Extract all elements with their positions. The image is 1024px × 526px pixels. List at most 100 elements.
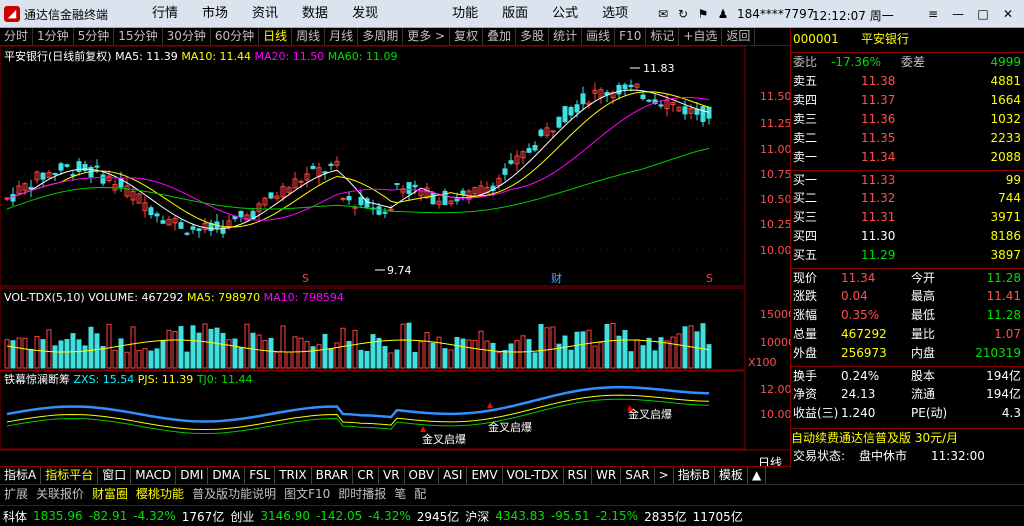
stat2-row-0[interactable]: 换手 0.24% 股本 194亿 bbox=[791, 366, 1024, 385]
toolbar-item-1[interactable]: 1分钟 bbox=[33, 28, 74, 45]
stock-name[interactable]: 平安银行 bbox=[861, 30, 909, 49]
account-number[interactable]: 184****7797 bbox=[737, 7, 814, 21]
stat-row-3[interactable]: 总量 467292 量比 1.07 bbox=[791, 325, 1024, 344]
indicator-tab-19[interactable]: 指标B bbox=[674, 467, 715, 484]
vol-tick: 10000 bbox=[760, 336, 790, 349]
menu-formula[interactable]: 公式 bbox=[540, 5, 590, 23]
toolbar-item-4[interactable]: 30分钟 bbox=[163, 28, 211, 45]
indicator-tab-17[interactable]: SAR bbox=[621, 467, 655, 484]
menu-market[interactable]: 市场 bbox=[190, 5, 240, 23]
indicator-tab-5[interactable]: DMA bbox=[208, 467, 246, 484]
toolbar-item-7[interactable]: 周线 bbox=[292, 28, 326, 45]
minimize-icon[interactable]: — bbox=[950, 6, 966, 22]
indicator-tab-8[interactable]: BRAR bbox=[312, 467, 354, 484]
candle-body bbox=[100, 174, 106, 184]
indicator-tab-14[interactable]: VOL-TDX bbox=[503, 467, 564, 484]
toolbar-item-5[interactable]: 60分钟 bbox=[211, 28, 260, 45]
indicator-tab-9[interactable]: CR bbox=[353, 467, 379, 484]
indicator-tab-3[interactable]: MACD bbox=[131, 467, 177, 484]
bid-row-1[interactable]: 买二 11.32 744 bbox=[791, 189, 1024, 208]
indicator-tab-1[interactable]: 指标平台 bbox=[41, 467, 99, 484]
ask-row-2[interactable]: 卖三 11.36 1032 bbox=[791, 110, 1024, 129]
indicator-tab-15[interactable]: RSI bbox=[564, 467, 593, 484]
toolbar-item-3[interactable]: 15分钟 bbox=[114, 28, 163, 45]
toolbar-item-19[interactable]: 返回 bbox=[722, 28, 756, 45]
idx3-label[interactable]: 沪深 bbox=[462, 508, 492, 525]
toolbar-item-18[interactable]: +自选 bbox=[679, 28, 723, 45]
close-icon[interactable]: ✕ bbox=[1000, 6, 1016, 22]
ask-row-0[interactable]: 卖五 11.38 4881 bbox=[791, 72, 1024, 91]
indicator-tab-4[interactable]: DMI bbox=[176, 467, 209, 484]
ext-tab-2[interactable]: 财富圈 bbox=[88, 485, 132, 504]
stat2-row-2[interactable]: 收益(三) 1.240 PE(动) 4.3 bbox=[791, 404, 1024, 423]
stat-row-2[interactable]: 涨幅 0.35% 最低 11.28 bbox=[791, 306, 1024, 325]
toolbar-item-6[interactable]: 日线 bbox=[259, 28, 293, 45]
toolbar-item-0[interactable]: 分时 bbox=[0, 28, 34, 45]
ext-tab-1[interactable]: 关联报价 bbox=[32, 485, 88, 504]
indicator-tab-18[interactable]: > bbox=[655, 467, 674, 484]
toolbar-item-11[interactable]: 复权 bbox=[450, 28, 484, 45]
ext-tab-6[interactable]: 即时播报 bbox=[334, 485, 390, 504]
bid-row-4[interactable]: 买五 11.29 3897 bbox=[791, 246, 1024, 265]
ask-row-4[interactable]: 卖一 11.34 2088 bbox=[791, 148, 1024, 167]
flag-icon[interactable]: ⚑ bbox=[695, 6, 711, 22]
toolbar-item-12[interactable]: 叠加 bbox=[483, 28, 517, 45]
toolbar-item-15[interactable]: 画线 bbox=[582, 28, 616, 45]
menu-options[interactable]: 选项 bbox=[590, 5, 640, 23]
toolbar-item-8[interactable]: 月线 bbox=[325, 28, 359, 45]
kline-chart-area[interactable]: 11.50 11.25 11.00 10.75 10.50 10.25 10.00 15000… bbox=[0, 45, 795, 470]
chart-svg[interactable]: 11.50 11.25 11.00 10.75 10.50 10.25 10.00 15000… bbox=[0, 45, 795, 465]
indicator-tab-21[interactable]: ▲ bbox=[748, 467, 767, 484]
ask-row-1[interactable]: 卖四 11.37 1664 bbox=[791, 91, 1024, 110]
menu-layout[interactable]: 版面 bbox=[490, 5, 540, 23]
ext-tab-8[interactable]: 配 bbox=[410, 485, 430, 504]
toolbar-item-16[interactable]: F10 bbox=[615, 28, 647, 45]
toolbar-item-9[interactable]: 多周期 bbox=[358, 28, 404, 45]
maximize-icon[interactable]: □ bbox=[975, 6, 991, 22]
indicator-tab-0[interactable]: 指标A bbox=[0, 467, 42, 484]
ext-tab-0[interactable]: 扩展 bbox=[0, 485, 32, 504]
menu-data[interactable]: 数据 bbox=[290, 5, 340, 23]
menu-icon[interactable]: ≡ bbox=[925, 6, 941, 22]
indicator-tab-13[interactable]: EMV bbox=[467, 467, 503, 484]
menu-news[interactable]: 资讯 bbox=[240, 5, 290, 23]
stat-row-0[interactable]: 现价 11.34 今开 11.28 bbox=[791, 268, 1024, 287]
ext-tab-4[interactable]: 普及版功能说明 bbox=[188, 485, 280, 504]
bid-row-0[interactable]: 买一 11.33 99 bbox=[791, 170, 1024, 189]
toolbar-item-17[interactable]: 标记 bbox=[646, 28, 680, 45]
indicator-tab-7[interactable]: TRIX bbox=[275, 467, 312, 484]
volume-bar bbox=[532, 352, 538, 369]
bid-row-3[interactable]: 买四 11.30 8186 bbox=[791, 227, 1024, 246]
bid-qty: 3897 bbox=[990, 248, 1021, 262]
menu-functions[interactable]: 功能 bbox=[440, 5, 490, 23]
stat-row-4[interactable]: 外盘 256973 内盘 210319 bbox=[791, 344, 1024, 363]
indicator-tab-20[interactable]: 模板 bbox=[715, 467, 748, 484]
ask-row-3[interactable]: 卖二 11.35 2233 bbox=[791, 129, 1024, 148]
account-icon[interactable]: ♟ bbox=[715, 6, 731, 22]
indicator-tab-6[interactable]: FSL bbox=[245, 467, 276, 484]
toolbar-item-10[interactable]: 更多 > bbox=[403, 28, 451, 45]
indicator-tab-16[interactable]: WR bbox=[592, 467, 622, 484]
indicator-tab-2[interactable]: 窗口 bbox=[98, 467, 132, 484]
ext-tab-3[interactable]: 樱桃功能 bbox=[132, 485, 188, 504]
message-icon[interactable]: ✉ bbox=[655, 6, 671, 22]
menu-discover[interactable]: 发现 bbox=[340, 5, 390, 23]
stat-row-1[interactable]: 涨跌 0.04 最高 11.41 bbox=[791, 287, 1024, 306]
toolbar-item-14[interactable]: 统计 bbox=[549, 28, 583, 45]
idx1-label[interactable]: 科体 bbox=[0, 508, 30, 525]
promo-text[interactable]: 自动续费通达信普及版 30元/月 bbox=[791, 428, 1024, 447]
indicator-tab-12[interactable]: ASI bbox=[439, 467, 468, 484]
toolbar-item-13[interactable]: 多股 bbox=[516, 28, 550, 45]
cross-arrow-1 bbox=[420, 426, 426, 432]
stock-code[interactable]: 000001 bbox=[793, 30, 839, 49]
indicator-tab-11[interactable]: OBV bbox=[405, 467, 440, 484]
stat2-row-1[interactable]: 净资 24.13 流通 194亿 bbox=[791, 385, 1024, 404]
menu-quotes[interactable]: 行情 bbox=[140, 5, 190, 23]
indicator-tab-10[interactable]: VR bbox=[379, 467, 405, 484]
ext-tab-5[interactable]: 图文F10 bbox=[280, 485, 334, 504]
bid-row-2[interactable]: 买三 11.31 3971 bbox=[791, 208, 1024, 227]
refresh-icon[interactable]: ↻ bbox=[675, 6, 691, 22]
ext-tab-7[interactable]: 笔 bbox=[390, 485, 410, 504]
toolbar-item-2[interactable]: 5分钟 bbox=[74, 28, 115, 45]
idx2-label[interactable]: 创业 bbox=[227, 508, 257, 525]
